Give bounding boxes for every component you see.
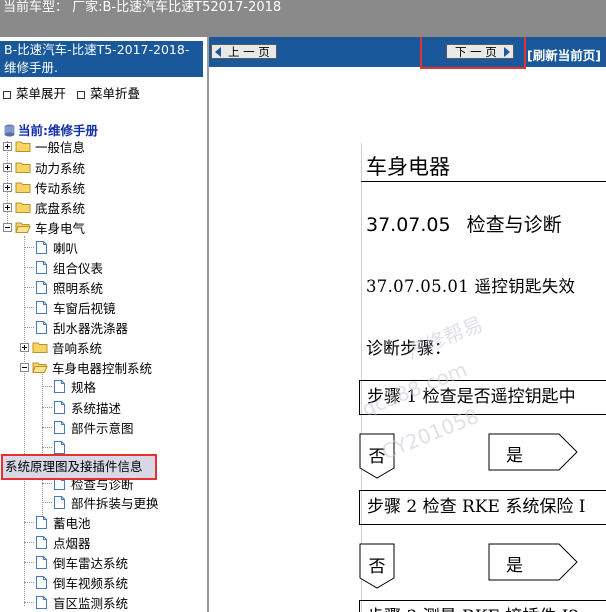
refresh-page-link[interactable]: [刷新当前页] bbox=[527, 45, 601, 64]
folder-icon bbox=[15, 182, 31, 193]
expand-plus-icon[interactable] bbox=[3, 182, 12, 192]
tree-item-transmission[interactable]: 传动系统 bbox=[3, 177, 85, 197]
content-left-rule bbox=[361, 143, 363, 612]
collapse-minus-icon[interactable] bbox=[3, 222, 12, 232]
document-icon bbox=[36, 535, 47, 549]
document-icon bbox=[36, 280, 47, 294]
tree-item-instrument-cluster[interactable]: 组合仪表 bbox=[24, 257, 103, 277]
top-title-bar: 当前车型： 厂家:B-比速汽车比速T52017-2018 bbox=[0, 0, 606, 37]
heading-rule bbox=[361, 181, 606, 182]
next-button-highlight bbox=[420, 37, 526, 69]
tree-item-system-description[interactable]: 系统描述 bbox=[42, 397, 121, 417]
menu-collapse-button[interactable]: 菜单折叠 bbox=[77, 83, 140, 102]
tree-item-horn[interactable]: 喇叭 bbox=[24, 237, 78, 257]
arrow-left-icon bbox=[215, 47, 221, 57]
section-heading: 车身电器 bbox=[366, 155, 450, 179]
document-icon bbox=[36, 260, 47, 274]
document-icon bbox=[36, 555, 47, 569]
tree-item-component-diagram[interactable]: 部件示意图 bbox=[42, 417, 134, 437]
expand-plus-icon[interactable] bbox=[3, 141, 12, 151]
tree-item-general[interactable]: 一般信息 bbox=[3, 136, 85, 156]
square-icon bbox=[77, 90, 85, 99]
folder-icon bbox=[15, 162, 31, 173]
tree-item-wiper-washer[interactable]: 刮水器洗涤器 bbox=[24, 317, 128, 337]
document-icon bbox=[36, 300, 47, 314]
folder-icon bbox=[15, 202, 31, 213]
folder-open-icon bbox=[15, 222, 31, 233]
yes-branch-2: 是 bbox=[488, 543, 578, 581]
tree-item-cigarette-lighter[interactable]: 点烟器 bbox=[24, 532, 91, 552]
collapse-minus-icon[interactable] bbox=[20, 362, 29, 372]
prev-page-button[interactable]: 上 一 页 bbox=[211, 44, 277, 59]
square-icon bbox=[3, 90, 11, 99]
tree-item-removal-replacement[interactable]: 部件拆装与更换 bbox=[42, 492, 159, 512]
yes-arrow-shape bbox=[488, 433, 578, 471]
tree-item-battery[interactable]: 蓄电池 bbox=[24, 512, 91, 532]
left-nav-pane: B-比速汽车-比速T5-2017-2018- 维修手册. 菜单展开 菜单折叠 当… bbox=[0, 37, 207, 612]
tree-item-reverse-camera[interactable]: 倒车视频系统 bbox=[24, 572, 128, 592]
tree-item-schematic-connector-info[interactable]: 系统原理图及接插件信息 bbox=[1, 454, 157, 480]
yes-branch-1: 是 bbox=[488, 433, 578, 471]
document-icon bbox=[36, 240, 47, 254]
yes-arrow-shape bbox=[488, 543, 578, 581]
document-icon bbox=[54, 420, 65, 434]
document-icon bbox=[36, 320, 47, 334]
tree-item-parking-radar[interactable]: 倒车雷达系统 bbox=[24, 552, 128, 572]
tree-item-lighting[interactable]: 照明系统 bbox=[24, 277, 103, 297]
document-icon bbox=[36, 575, 47, 589]
folder-open-icon bbox=[32, 362, 48, 373]
document-icon bbox=[54, 440, 65, 454]
folder-icon bbox=[32, 342, 48, 353]
expand-plus-icon[interactable] bbox=[3, 162, 12, 172]
folder-icon bbox=[15, 141, 31, 152]
step-2-box: 步骤 2 检查 RKE 系统保险 I bbox=[359, 490, 606, 525]
topic-heading: 37.07.05.01 遥控钥匙失效 bbox=[366, 277, 576, 296]
step-3-box: 步骤 3 测量 RKE 接插件 I2 bbox=[359, 600, 606, 612]
menu-expand-button[interactable]: 菜单展开 bbox=[3, 83, 66, 102]
document-icon bbox=[54, 495, 65, 509]
expand-plus-icon[interactable] bbox=[3, 202, 12, 212]
tree-item-body-electrical[interactable]: 车身电气 bbox=[3, 217, 85, 237]
vehicle-model-title: 当前车型： 厂家:B-比速汽车比速T52017-2018 bbox=[3, 0, 282, 15]
subsection-heading: 37.07.05 检查与诊断 bbox=[366, 214, 562, 236]
page-nav-bar: 上 一 页 下 一 页 [刷新当前页] bbox=[209, 37, 606, 67]
document-icon bbox=[54, 400, 65, 414]
manual-title: B-比速汽车-比速T5-2017-2018- 维修手册. bbox=[0, 41, 203, 77]
tree-item-powertrain[interactable]: 动力系统 bbox=[3, 157, 85, 177]
expand-plus-icon[interactable] bbox=[20, 342, 29, 352]
document-icon bbox=[36, 515, 47, 529]
no-branch-2: 否 bbox=[359, 543, 395, 589]
content-pane: 上 一 页 下 一 页 [刷新当前页] 车身电器 37.07.05 检查与诊断 … bbox=[209, 37, 606, 612]
tree-item-blind-spot[interactable]: 盲区监测系统 bbox=[24, 592, 128, 612]
tree-item-specs[interactable]: 规格 bbox=[42, 376, 96, 396]
tree-item-audio[interactable]: 音响系统 bbox=[20, 337, 102, 357]
tree-item-windows-mirrors[interactable]: 车窗后视镜 bbox=[24, 297, 116, 317]
tree-item-body-control[interactable]: 车身电器控制系统 bbox=[20, 357, 152, 377]
document-icon bbox=[54, 379, 65, 393]
tree-item-chassis[interactable]: 底盘系统 bbox=[3, 197, 85, 217]
document-icon bbox=[36, 595, 47, 609]
